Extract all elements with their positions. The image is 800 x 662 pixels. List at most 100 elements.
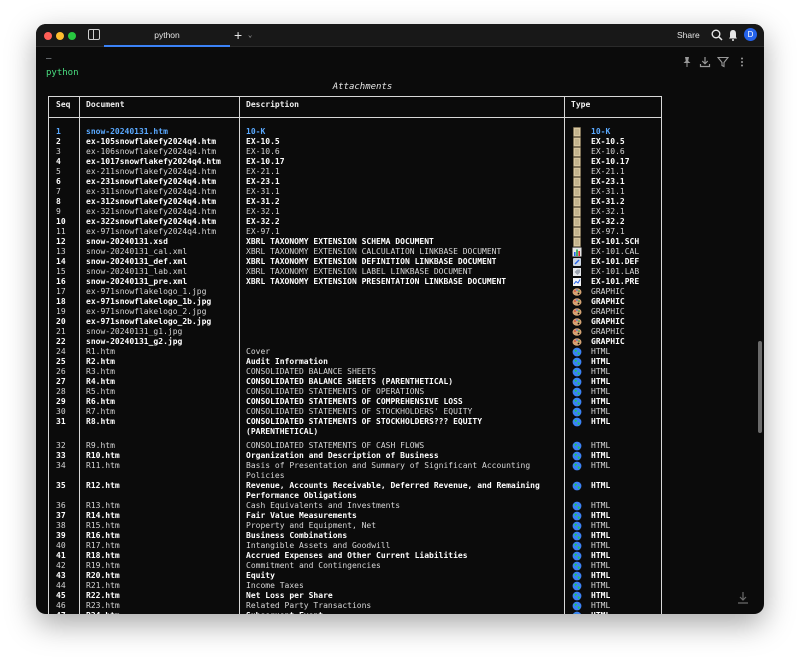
sidebar-icon[interactable] (88, 29, 100, 40)
table-row: 8 ex-312snowflakefy2024q4.htm EX-31.2 EX-31… (49, 197, 661, 207)
row-type: HTML (591, 387, 611, 396)
globe-icon (573, 611, 581, 614)
tab-python[interactable]: python (104, 24, 230, 47)
new-tab-button[interactable]: + (234, 25, 242, 45)
row-document-link[interactable]: ex-322snowflakefy2024q4.htm (86, 217, 216, 227)
row-document-link[interactable]: R21.htm (86, 581, 120, 591)
row-document-link[interactable]: snow-20240131_g1.jpg (86, 327, 182, 337)
row-seq: 17 (56, 287, 66, 296)
row-document-link[interactable]: snow-20240131.htm (86, 127, 168, 137)
row-document-link[interactable]: R7.htm (86, 407, 115, 417)
row-document-link[interactable]: R10.htm (86, 451, 120, 461)
row-document-link[interactable]: R13.htm (86, 501, 120, 511)
row-description: Cover (246, 347, 271, 356)
row-document-link[interactable]: R17.htm (86, 541, 120, 551)
row-document-link[interactable]: R3.htm (86, 367, 115, 377)
row-document-link[interactable]: R4.htm (86, 377, 115, 387)
row-type: GRAPHIC (591, 337, 625, 346)
row-document-link[interactable]: R6.htm (86, 397, 115, 407)
share-button[interactable]: Share (677, 24, 700, 46)
row-seq: 37 (56, 511, 66, 520)
row-document-link[interactable]: R11.htm (86, 461, 120, 471)
row-description: Commitment and Contingencies (246, 561, 381, 570)
row-document-link[interactable]: snow-20240131_def.xml (86, 257, 187, 267)
zoom-window-button[interactable] (68, 32, 76, 40)
table-row: 44 R21.htm Income Taxes HTML (49, 581, 661, 591)
row-document-link[interactable]: ex-312snowflakefy2024q4.htm (86, 197, 216, 207)
row-document-link[interactable]: ex-311snowflakefy2024q4.htm (86, 187, 216, 197)
chevron-down-icon[interactable]: ⌄ (248, 29, 252, 41)
row-document-link[interactable]: snow-20240131.xsd (86, 237, 168, 247)
row-document-link[interactable]: ex-971snowflakelogo_1.jpg (86, 287, 206, 297)
row-document-link[interactable]: ex-321snowflakefy2024q4.htm (86, 207, 216, 217)
row-document-link[interactable]: R9.htm (86, 441, 115, 451)
row-description: Intangible Assets and Goodwill (246, 541, 391, 550)
row-document-link[interactable]: R15.htm (86, 521, 120, 531)
row-document-link[interactable]: snow-20240131_pre.xml (86, 277, 187, 287)
row-document-link[interactable]: ex-106snowflakefy2024q4.htm (86, 147, 216, 157)
table-row: 15 snow-20240131_lab.xml XBRL TAXONOMY EXT… (49, 267, 661, 277)
row-document-link[interactable]: R12.htm (86, 481, 120, 491)
row-description: 10-K (246, 127, 266, 136)
search-icon[interactable] (710, 28, 724, 42)
row-document-link[interactable]: R24.htm (86, 611, 120, 614)
row-document-link[interactable]: ex-971snowflakelogo_1b.jpg (86, 297, 211, 307)
row-document-link[interactable]: R16.htm (86, 531, 120, 541)
row-description: CONSOLIDATED STATEMENTS OF COMPREHENSIVE… (246, 397, 463, 406)
row-document-link[interactable]: R19.htm (86, 561, 120, 571)
row-description: Fair Value Measurements (246, 511, 357, 520)
row-document-link[interactable]: ex-971snowflakelogo_2.jpg (86, 307, 206, 317)
row-document-link[interactable]: R1.htm (86, 347, 115, 357)
table-row: 39 R16.htm Business Combinations HTML (49, 531, 661, 541)
row-document-link[interactable]: ex-231snowflakefy2024q4.htm (86, 177, 216, 187)
table-row: 47 R24.htm Subsequent Event HTML (49, 611, 661, 614)
row-document-link[interactable]: R18.htm (86, 551, 120, 561)
avatar[interactable]: D (744, 28, 757, 41)
row-document-link[interactable]: ex-1017snowflakefy2024q4.htm (86, 157, 221, 167)
row-description: EX-21.1 (246, 167, 280, 176)
row-document-link[interactable]: snow-20240131_lab.xml (86, 267, 187, 277)
row-document-link[interactable]: snow-20240131_cal.xml (86, 247, 187, 257)
row-seq: 45 (56, 591, 66, 600)
more-icon[interactable] (736, 56, 748, 68)
row-document-link[interactable]: snow-20240131_g2.jpg (86, 337, 182, 347)
row-description: EX-97.1 (246, 227, 280, 236)
pin-icon[interactable] (681, 56, 693, 68)
table-row: 13 snow-20240131_cal.xml XBRL TAXONOMY EXT… (49, 247, 661, 257)
close-window-button[interactable] (44, 32, 52, 40)
cell-toolbar (36, 47, 764, 80)
row-seq: 5 (56, 167, 61, 176)
download-icon[interactable] (736, 591, 750, 605)
minimize-window-button[interactable] (56, 32, 64, 40)
row-seq: 29 (56, 397, 66, 406)
row-document-link[interactable]: R2.htm (86, 357, 115, 367)
row-description: Subsequent Event (246, 611, 323, 614)
row-seq: 2 (56, 137, 61, 146)
document-icon (573, 157, 581, 167)
row-document-link[interactable]: R20.htm (86, 571, 120, 581)
row-description-continued: Performance Obligations (246, 491, 357, 500)
table-caption: Attachments (332, 82, 393, 92)
table-row: 12 snow-20240131.xsd XBRL TAXONOMY EXTENSI… (49, 237, 661, 247)
row-type: GRAPHIC (591, 317, 625, 326)
row-type: HTML (591, 481, 611, 490)
filter-icon[interactable] (717, 56, 729, 68)
globe-icon (572, 367, 582, 377)
row-document-link[interactable]: R22.htm (86, 591, 120, 601)
table-row: 9 ex-321snowflakefy2024q4.htm EX-32.1 EX-32… (49, 207, 661, 217)
row-document-link[interactable]: R8.htm (86, 417, 115, 427)
row-document-link[interactable]: R23.htm (86, 601, 120, 611)
row-document-link[interactable]: ex-211snowflakefy2024q4.htm (86, 167, 216, 177)
row-type: GRAPHIC (591, 297, 625, 306)
download-icon[interactable] (699, 56, 711, 68)
globe-icon (572, 417, 582, 427)
row-document-link[interactable]: R5.htm (86, 387, 115, 397)
row-document-link[interactable]: ex-971snowflakefy2024q4.htm (86, 227, 216, 237)
row-document-link[interactable]: R14.htm (86, 511, 120, 521)
table-row: 24 R1.htm Cover HTML (49, 347, 661, 357)
row-document-link[interactable]: ex-971snowflakelogo_2b.jpg (86, 317, 211, 327)
table-row: 34 R11.htm Basis of Presentation and Summa… (49, 461, 661, 480)
scrollbar[interactable] (758, 341, 762, 433)
bell-icon[interactable] (726, 28, 740, 42)
row-document-link[interactable]: ex-105snowflakefy2024q4.htm (86, 137, 216, 147)
